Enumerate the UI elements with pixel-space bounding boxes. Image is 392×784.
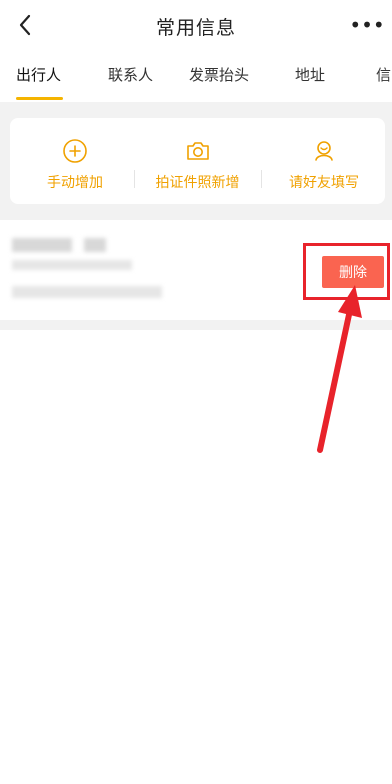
tab-invoice-titles[interactable]: 发票抬头 <box>189 64 249 85</box>
tab-more-truncated[interactable]: 信 <box>376 64 391 85</box>
invite-friend-label: 请好友填写 <box>289 175 359 191</box>
manual-add-button[interactable]: 手动增加 <box>30 118 120 204</box>
manual-add-label: 手动增加 <box>47 175 103 191</box>
tab-bar: 出行人 联系人 发票抬头 地址 信 <box>0 52 392 102</box>
camera-icon <box>186 142 209 160</box>
red-arrow-icon <box>317 285 362 453</box>
chevron-left-icon <box>19 14 31 36</box>
user-invite-icon <box>315 141 333 161</box>
action-divider <box>261 170 262 188</box>
tab-passengers[interactable]: 出行人 <box>16 64 61 85</box>
id-photo-add-label: 拍证件照新增 <box>155 175 240 191</box>
page-title: 常用信息 <box>155 16 236 39</box>
more-dots-icon: ••• <box>349 13 385 37</box>
blurred-tag <box>84 238 106 252</box>
plus-circle-icon <box>63 139 87 163</box>
invite-friend-button[interactable]: 请好友填写 <box>276 118 372 204</box>
back-button[interactable] <box>10 8 40 42</box>
tab-contacts[interactable]: 联系人 <box>108 64 153 85</box>
id-photo-add-button[interactable]: 拍证件照新增 <box>145 118 250 204</box>
action-divider <box>134 170 135 188</box>
blurred-name <box>12 238 72 252</box>
active-tab-indicator <box>16 97 63 100</box>
blurred-phone-line <box>12 286 162 298</box>
blurred-id-line <box>12 260 132 270</box>
tab-addresses[interactable]: 地址 <box>295 64 325 85</box>
more-options-button[interactable]: ••• <box>349 13 385 37</box>
top-nav-bar: 常用信息 ••• <box>0 0 392 52</box>
